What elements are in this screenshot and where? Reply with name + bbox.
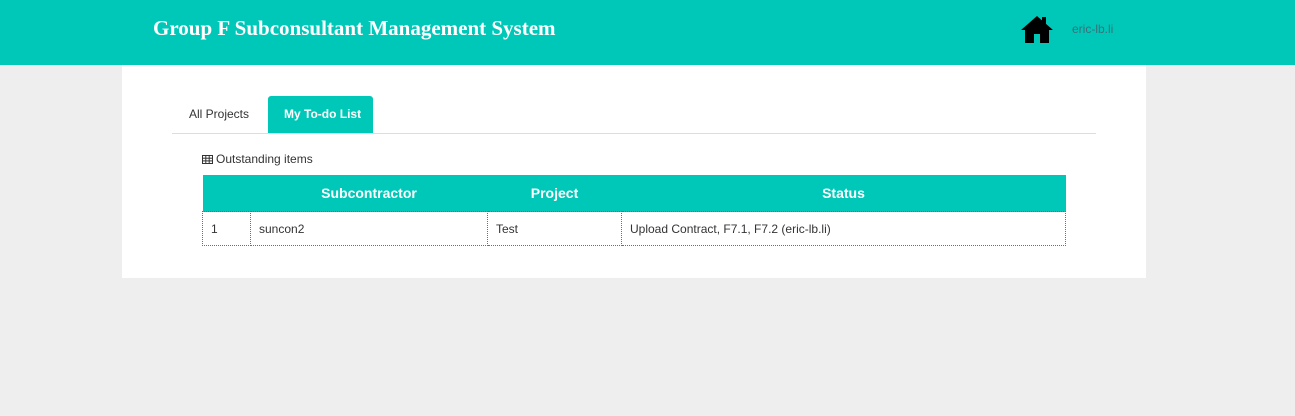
home-icon[interactable] xyxy=(1020,14,1054,44)
tab-my-todo-list[interactable]: My To-do List xyxy=(268,96,373,133)
table-header-row: Subcontractor Project Status xyxy=(202,175,1066,212)
table-row[interactable]: 1 suncon2 Test Upload Contract, F7.1, F7… xyxy=(202,211,1066,246)
outstanding-items-label: Outstanding items xyxy=(216,152,313,166)
column-header-project[interactable]: Project xyxy=(487,175,622,212)
row-subcontractor[interactable]: suncon2 xyxy=(250,211,488,246)
app-title[interactable]: Group F Subconsultant Management System xyxy=(153,16,556,41)
outstanding-items-table: Subcontractor Project Status 1 suncon2 T… xyxy=(202,175,1066,246)
tab-bar: All Projects My To-do List xyxy=(172,96,1096,134)
column-header-subcontractor[interactable]: Subcontractor xyxy=(250,175,488,212)
row-status[interactable]: Upload Contract, F7.1, F7.2 (eric-lb.li) xyxy=(621,211,1066,246)
user-menu-link[interactable]: eric-lb.li xyxy=(1072,22,1113,36)
row-number: 1 xyxy=(202,211,251,246)
top-navbar: Group F Subconsultant Management System … xyxy=(0,0,1295,65)
tab-all-projects[interactable]: All Projects xyxy=(172,96,266,133)
column-header-number xyxy=(202,175,251,212)
outstanding-items-heading: Outstanding items xyxy=(202,152,313,166)
main-panel: All Projects My To-do List Outstanding i… xyxy=(122,65,1146,278)
table-grid-icon xyxy=(202,154,213,164)
row-project[interactable]: Test xyxy=(487,211,622,246)
column-header-status[interactable]: Status xyxy=(621,175,1066,212)
